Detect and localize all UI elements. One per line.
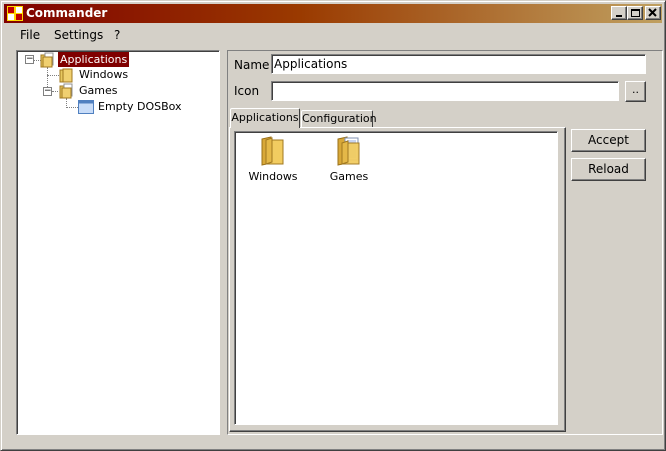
icon-label: Icon <box>234 84 260 98</box>
menu-bar: File Settings ? <box>4 25 662 45</box>
reload-button[interactable]: Reload <box>571 158 646 181</box>
tree-item-label: Windows <box>79 68 129 81</box>
folder-open-icon <box>59 83 73 99</box>
maximize-button[interactable] <box>627 6 643 20</box>
application-icon <box>78 100 94 114</box>
minimize-button[interactable] <box>611 6 627 20</box>
tree-connector <box>66 107 78 108</box>
tree-item-label: Applications <box>58 52 130 67</box>
close-button[interactable] <box>645 6 661 20</box>
tree-item-label: Games <box>79 84 118 97</box>
tree-connector <box>47 75 59 76</box>
window-title: Commander <box>26 6 108 20</box>
applications-list[interactable]: Windows Games <box>234 131 558 425</box>
browse-button[interactable]: .. <box>625 81 646 102</box>
tree-collapse-toggle[interactable]: − <box>43 87 52 96</box>
icon-input[interactable] <box>271 81 619 101</box>
folder-icon <box>59 68 73 83</box>
maximize-icon <box>631 9 640 17</box>
menu-help[interactable]: ? <box>114 28 120 42</box>
tree-collapse-toggle[interactable]: − <box>25 55 34 64</box>
minimize-icon <box>616 15 622 17</box>
tree-item-label: Empty DOSBox <box>98 100 182 113</box>
name-input[interactable]: Applications <box>271 54 646 74</box>
name-label: Name <box>234 58 270 72</box>
menu-settings[interactable]: Settings <box>54 28 103 42</box>
tree-connector <box>52 91 58 92</box>
tab-configuration[interactable]: Configuration <box>301 110 377 128</box>
close-icon <box>648 8 657 17</box>
tree-view[interactable]: − Applications Windows − Games Empty DOS… <box>16 50 220 435</box>
tab-applications[interactable]: Applications <box>230 108 300 128</box>
title-bar[interactable]: Commander <box>4 4 662 23</box>
app-icon <box>7 6 23 21</box>
list-item[interactable]: Games <box>314 135 384 183</box>
folder-icon <box>261 136 284 166</box>
list-item-label: Windows <box>248 170 298 183</box>
folder-open-icon <box>337 136 360 166</box>
menu-file[interactable]: File <box>20 28 40 42</box>
accept-button[interactable]: Accept <box>571 129 646 152</box>
list-item-label: Games <box>329 170 369 183</box>
folder-open-icon <box>40 52 54 68</box>
list-item[interactable]: Windows <box>238 135 308 183</box>
